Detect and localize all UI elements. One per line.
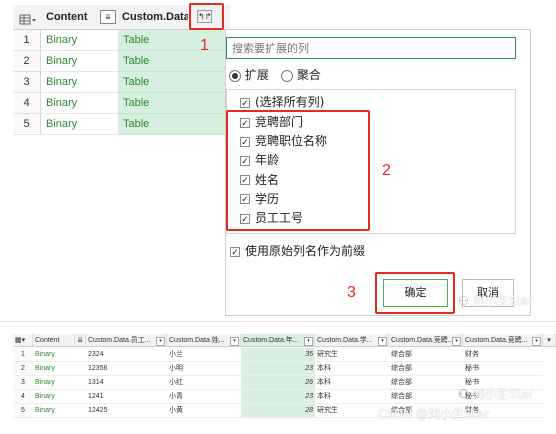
content-cell[interactable]: Binary — [41, 114, 118, 135]
row-number[interactable]: 2 — [13, 362, 33, 376]
column-header[interactable]: Custom.Data.学... ▾ — [315, 334, 389, 347]
column-header[interactable]: Custom.Data.员工... ▾ — [86, 334, 167, 347]
content-cell[interactable]: Binary — [41, 72, 118, 93]
dropdown-icon[interactable]: ▾ — [230, 337, 239, 346]
row-number[interactable]: 3 — [13, 376, 33, 390]
id-cell[interactable]: 12425 — [86, 404, 167, 418]
annotation-3: 3 — [347, 284, 356, 301]
name-cell[interactable]: 小明 — [167, 362, 241, 376]
checkbox-checked-icon[interactable]: ✓ — [240, 97, 250, 109]
dept-cell[interactable]: 综合部 — [389, 376, 463, 390]
annotation-1: 1 — [200, 37, 209, 54]
content-cell[interactable]: Binary — [33, 404, 86, 418]
custom-data-cell[interactable]: Table — [118, 114, 230, 135]
annotation-2: 2 — [382, 162, 391, 179]
row-number[interactable]: 4 — [13, 93, 41, 114]
id-cell[interactable]: 2324 — [86, 348, 167, 362]
watermark-1: ⚇ 刘小生Star — [458, 294, 534, 308]
column-header[interactable]: Custom.Data.竞聘... ▾ — [389, 334, 463, 347]
id-cell[interactable]: 1241 — [86, 390, 167, 404]
edu-cell[interactable]: 本科 — [315, 362, 389, 376]
edu-cell[interactable]: 研究生 — [315, 348, 389, 362]
select-all-option[interactable]: ✓ (选择所有列) — [240, 93, 324, 111]
id-cell[interactable]: 12356 — [86, 362, 167, 376]
row-number[interactable]: 5 — [13, 114, 41, 135]
table-menu-icon[interactable] — [19, 11, 37, 25]
custom-data-cell[interactable]: Table — [118, 72, 230, 93]
content-cell[interactable]: Binary — [33, 376, 86, 390]
wechat-icon: ⚇ — [458, 387, 469, 401]
row-number[interactable]: 4 — [13, 390, 33, 404]
dropdown-icon[interactable]: ▾ — [304, 337, 313, 346]
wechat-icon: ⚇ — [458, 294, 469, 308]
age-cell[interactable]: 28 — [241, 404, 315, 418]
header-content[interactable]: Content — [33, 334, 75, 347]
age-cell[interactable]: 23 — [241, 390, 315, 404]
divider — [0, 321, 556, 322]
edu-cell[interactable]: 本科 — [315, 390, 389, 404]
content-cell[interactable]: Binary — [33, 390, 86, 404]
name-cell[interactable]: 小兰 — [167, 348, 241, 362]
columns-highlight-box — [226, 110, 370, 231]
custom-data-cell[interactable]: Table — [118, 93, 230, 114]
table-menu-icon[interactable]: ▦▾ — [13, 334, 33, 347]
column-header[interactable]: Custom.Data.年... ▾ — [241, 334, 315, 347]
expand-column-icon[interactable]: ↰↱ — [197, 10, 212, 23]
dept-cell[interactable]: 综合部 — [389, 362, 463, 376]
watermark-3: CSDN @刘小生Star — [378, 407, 489, 421]
age-cell[interactable]: 26 — [241, 376, 315, 390]
age-cell[interactable]: 35 — [241, 348, 315, 362]
dropdown-icon[interactable]: ▾ — [532, 337, 541, 346]
column-header-custom-data[interactable]: Custom.Data — [122, 11, 188, 23]
search-columns-input[interactable] — [226, 37, 516, 59]
prefix-option[interactable]: ✓ 使用原始列名作为前缀 — [230, 243, 365, 259]
custom-data-cell[interactable]: Table — [118, 30, 230, 51]
column-header[interactable]: Custom.Data.姓... ▾ — [167, 334, 241, 347]
watermark-2: ⚇ 刘小生Star — [458, 387, 534, 401]
radio-aggregate-label: 聚合 — [296, 68, 321, 82]
radio-selected-icon — [229, 69, 241, 82]
name-cell[interactable]: 小青 — [167, 390, 241, 404]
binary-download-icon[interactable]: ⇊ — [100, 10, 116, 24]
dropdown-icon[interactable]: ▾ — [156, 337, 165, 346]
row-number[interactable]: 2 — [13, 51, 41, 72]
id-cell[interactable]: 1314 — [86, 376, 167, 390]
dropdown-icon[interactable]: ▾ — [378, 337, 387, 346]
row-number[interactable]: 5 — [13, 404, 33, 418]
age-cell[interactable]: 23 — [241, 362, 315, 376]
content-cell[interactable]: Binary — [33, 362, 86, 376]
ok-button[interactable]: 确定 — [383, 279, 448, 307]
column-header[interactable]: Custom.Data.竞聘... ▾ — [463, 334, 543, 347]
radio-aggregate[interactable]: 聚合 — [281, 68, 321, 82]
checkbox-checked-icon[interactable]: ✓ — [230, 246, 240, 258]
dept-cell[interactable]: 综合部 — [389, 348, 463, 362]
name-cell[interactable]: 小红 — [167, 376, 241, 390]
content-cell[interactable]: Binary — [41, 93, 118, 114]
column-header-content[interactable]: Content — [46, 11, 88, 23]
edu-cell[interactable]: 本科 — [315, 376, 389, 390]
row-number[interactable]: 1 — [13, 348, 33, 362]
pos-cell[interactable]: 秘书 — [463, 362, 543, 376]
dropdown-icon[interactable]: ▾ — [452, 337, 461, 346]
custom-data-cell[interactable]: Table — [118, 51, 230, 72]
name-cell[interactable]: 小黄 — [167, 404, 241, 418]
row-number[interactable]: 1 — [13, 30, 41, 51]
radio-expand-label: 扩展 — [244, 68, 269, 82]
radio-empty-icon — [281, 69, 293, 82]
row-number[interactable]: 3 — [13, 72, 41, 93]
content-cell[interactable]: Binary — [33, 348, 86, 362]
radio-expand[interactable]: 扩展 — [229, 68, 269, 82]
content-cell[interactable]: Binary — [41, 51, 118, 72]
pos-cell[interactable]: 财务 — [463, 348, 543, 362]
binary-download-icon[interactable]: ⇊ — [75, 334, 86, 347]
dropdown-icon[interactable]: ▾ — [543, 334, 556, 347]
content-cell[interactable]: Binary — [41, 30, 118, 51]
dept-cell[interactable]: 综合部 — [389, 390, 463, 404]
